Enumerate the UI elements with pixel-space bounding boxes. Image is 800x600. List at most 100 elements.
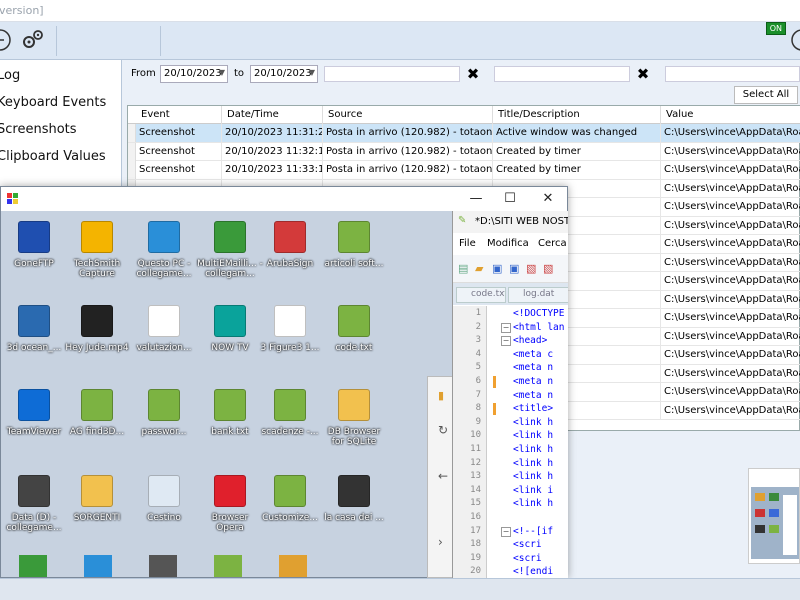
open-file-icon[interactable]: ▰: [475, 262, 483, 275]
code-line[interactable]: <!DOCTYPE: [513, 308, 564, 319]
desktop-icon-partial[interactable]: [84, 555, 112, 577]
column-header-datetime[interactable]: Date/Time: [222, 106, 323, 124]
code-line[interactable]: <html lan: [513, 322, 564, 333]
clear-title-filter-button[interactable]: ✖: [634, 65, 652, 83]
desktop-icon[interactable]: valutazion...: [131, 301, 197, 353]
line-number: 3: [475, 335, 481, 346]
table-row[interactable]: Screenshot 20/10/2023 11:31:29 Posta in ar…: [128, 124, 800, 143]
back-arrow-icon[interactable]: ←: [438, 469, 448, 483]
desktop-icon[interactable]: Cestino: [131, 471, 197, 523]
code-line[interactable]: <link h: [513, 498, 553, 509]
from-date-picker[interactable]: 20/10/2023 ▼: [160, 65, 228, 83]
code-line[interactable]: <link h: [513, 417, 553, 428]
desktop-icon[interactable]: passwor...: [131, 385, 197, 437]
minimize-button[interactable]: —: [465, 189, 487, 209]
desktop-icon[interactable]: bank.txt: [197, 385, 263, 437]
fold-toggle[interactable]: −: [501, 336, 511, 347]
desktop-icon-partial[interactable]: [214, 555, 242, 577]
desktop-icon[interactable]: TeamViewer: [1, 385, 67, 437]
row-selector[interactable]: [128, 161, 136, 179]
close-file-icon[interactable]: ▧: [526, 262, 536, 275]
code-line[interactable]: <meta n: [513, 362, 553, 373]
code-line[interactable]: <scri: [513, 553, 542, 564]
desktop-icon-partial[interactable]: [149, 555, 177, 577]
maximize-button[interactable]: ☐: [499, 189, 521, 209]
tab-log-dat[interactable]: log.dat: [508, 287, 568, 303]
to-date-value: 20/10/2023: [254, 68, 312, 79]
table-row[interactable]: Screenshot 20/10/2023 11:33:19 Posta in ar…: [128, 161, 800, 180]
row-selector[interactable]: [128, 142, 136, 161]
menu-cerca[interactable]: Cerca: [538, 238, 567, 249]
code-line[interactable]: <link h: [513, 444, 553, 455]
chevron-right-icon[interactable]: ›: [438, 535, 443, 549]
row-selector[interactable]: [128, 124, 136, 142]
tab-code-txt[interactable]: code.txt: [456, 287, 506, 303]
sidebar-item-screenshots[interactable]: Screenshots: [0, 122, 77, 137]
clear-source-filter-button[interactable]: ✖: [464, 65, 482, 83]
back-button[interactable]: [0, 26, 14, 54]
source-filter-input[interactable]: [324, 66, 460, 82]
code-line[interactable]: <!--[if: [513, 526, 553, 537]
column-header-title[interactable]: Title/Description: [493, 106, 661, 124]
desktop-icon[interactable]: articoli soft...: [321, 217, 387, 269]
column-header-source[interactable]: Source: [323, 106, 493, 124]
value-filter-input[interactable]: [665, 66, 800, 82]
save-icon[interactable]: ▣: [492, 262, 502, 275]
desktop-icon[interactable]: Questo PC - collegame...: [131, 217, 197, 279]
sidebar-item-log[interactable]: Log: [0, 68, 20, 83]
code-line[interactable]: <meta c: [513, 349, 553, 360]
save-all-icon[interactable]: ▣: [509, 262, 519, 275]
new-file-icon[interactable]: ▤: [458, 262, 468, 275]
desktop-icon[interactable]: Browser Opera: [197, 471, 263, 533]
table-row[interactable]: Screenshot 20/10/2023 11:32:19 Posta in ar…: [128, 142, 800, 161]
close-window-button[interactable]: ✕: [537, 189, 559, 209]
code-line[interactable]: <scri: [513, 539, 542, 550]
code-line[interactable]: <meta n: [513, 376, 553, 387]
menu-file[interactable]: File: [459, 238, 476, 249]
desktop-icon[interactable]: ArubaSign: [257, 217, 323, 269]
desktop-icon[interactable]: GoneFTP: [1, 217, 67, 269]
code-line[interactable]: <link i: [513, 485, 553, 496]
code-line[interactable]: <link h: [513, 430, 553, 441]
screenshot-preview[interactable]: [748, 468, 800, 564]
code-line[interactable]: <meta n: [513, 390, 553, 401]
desktop-icon[interactable]: TechSmith Capture: [64, 217, 130, 279]
column-header-value[interactable]: Value: [661, 106, 800, 124]
desktop-icon[interactable]: NOW TV: [197, 301, 263, 353]
desktop-icon[interactable]: Hey Jude.mp4: [64, 301, 130, 353]
settings-button[interactable]: [18, 26, 46, 54]
notepadpp-window[interactable]: ✎ *D:\SITI WEB NOSTRI File Modifica Cerc…: [452, 211, 568, 578]
desktop-icon[interactable]: MultiEMailli... - collegam...: [197, 217, 263, 279]
to-date-picker[interactable]: 20/10/2023 ▼: [250, 65, 318, 83]
code-line[interactable]: <link h: [513, 458, 553, 469]
corner-button[interactable]: [788, 26, 800, 54]
desktop-icon[interactable]: la casa dei ...: [321, 471, 387, 523]
column-header-event[interactable]: Event: [136, 106, 222, 124]
fold-toggle[interactable]: −: [501, 322, 511, 333]
desktop-icon[interactable]: Customize...: [257, 471, 323, 523]
desktop-icon[interactable]: DB Browser for SQLite: [321, 385, 387, 447]
desktop-icon[interactable]: 3d ocean_...: [1, 301, 67, 353]
fold-toggle[interactable]: −: [501, 526, 511, 537]
desktop-icon[interactable]: code.txt: [321, 301, 387, 353]
desktop-icon[interactable]: scadenze -...: [257, 385, 323, 437]
menu-modifica[interactable]: Modifica: [487, 238, 529, 249]
desktop-icon[interactable]: 3 Figure3 1...: [257, 301, 323, 353]
close-all-icon[interactable]: ▧: [543, 262, 553, 275]
code-line[interactable]: <![endi: [513, 566, 553, 577]
from-label: From: [131, 68, 156, 79]
code-line[interactable]: <head>: [513, 335, 547, 346]
desktop-icon[interactable]: AG find3D...: [64, 385, 130, 437]
desktop-icon-partial[interactable]: [19, 555, 47, 577]
desktop-icon[interactable]: Data (D) - collegame...: [1, 471, 67, 533]
cell-value: C:\Users\vince\AppData\Roam: [661, 124, 800, 142]
sidebar-item-keyboard-events[interactable]: Keyboard Events: [0, 95, 106, 110]
sidebar-item-clipboard-values[interactable]: Clipboard Values: [0, 149, 106, 164]
desktop-icon-partial[interactable]: [279, 555, 307, 577]
select-all-button[interactable]: Select All: [734, 86, 798, 104]
desktop-icon[interactable]: SORGENTI: [64, 471, 130, 523]
file-explorer-window[interactable]: ▮ ↻ ← ›: [427, 376, 455, 578]
code-line[interactable]: <title>: [513, 403, 553, 414]
title-filter-input[interactable]: [494, 66, 630, 82]
code-line[interactable]: <link h: [513, 471, 553, 482]
